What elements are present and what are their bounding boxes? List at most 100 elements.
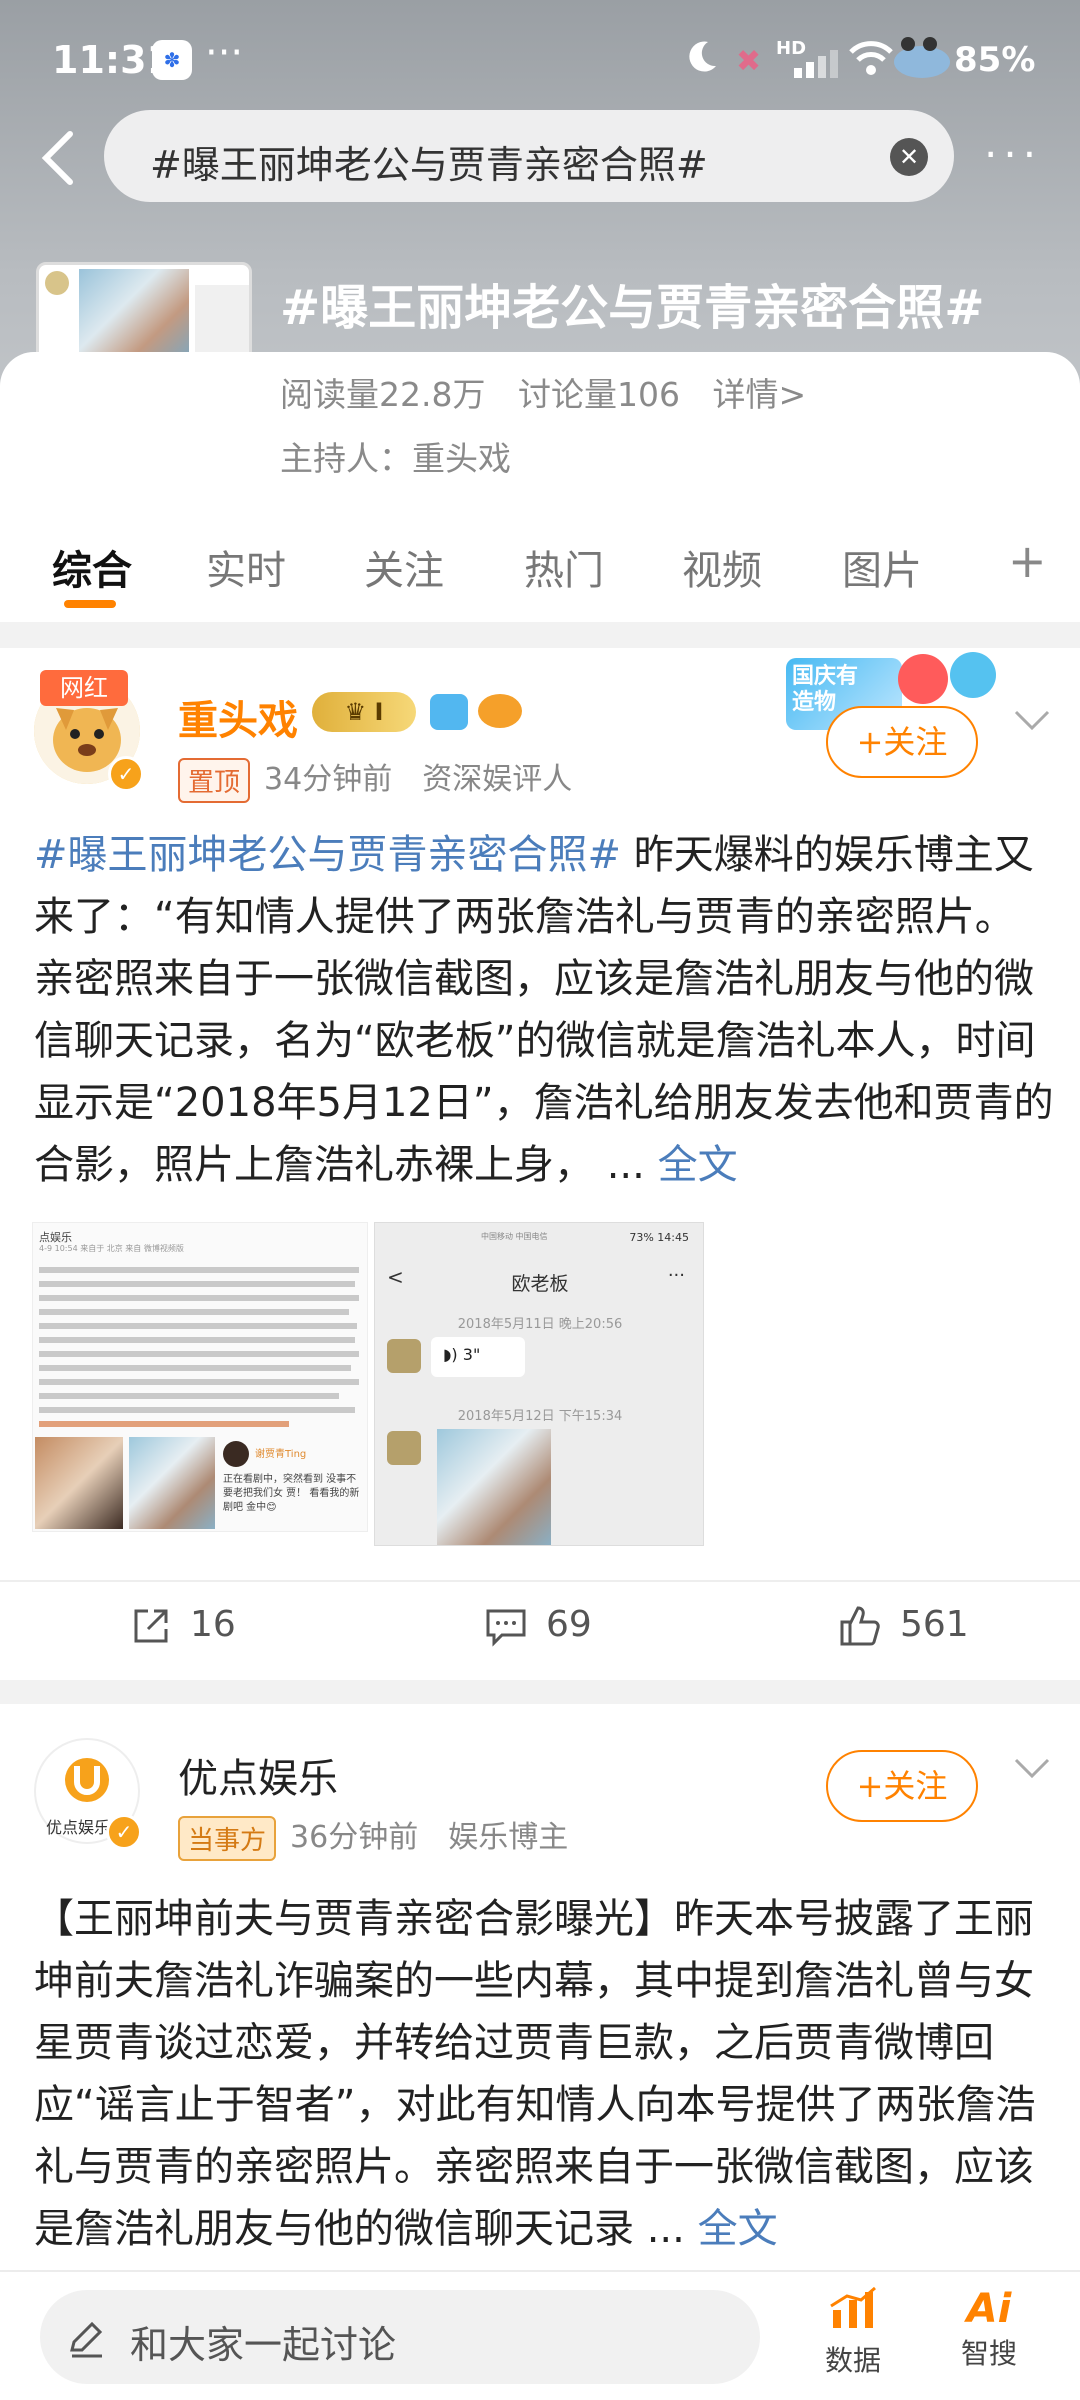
chat-status-left: 中国移动 中国电信 [481, 1232, 548, 1241]
fish-badge-icon [478, 694, 522, 728]
chat-avatar [387, 1431, 421, 1465]
post-ellipsis: ... [594, 1142, 658, 1188]
chevron-down-icon[interactable] [1012, 1748, 1052, 1788]
discussion-input[interactable]: 和大家一起讨论 [40, 2290, 760, 2384]
post-ellipsis: ... [634, 2206, 698, 2252]
ai-icon: Ai [966, 2286, 1012, 2332]
chevron-down-icon[interactable] [1012, 700, 1052, 740]
follow-button[interactable]: +关注 [826, 1750, 978, 1822]
post-meta: 当事方 36分钟前 娱乐博主 [178, 1812, 568, 1861]
battery-mascot-icon [894, 37, 950, 78]
signal-bars-icon [794, 50, 838, 78]
article-line [39, 1295, 359, 1301]
wifi-icon [849, 41, 893, 75]
clear-search-icon[interactable]: ✕ [890, 138, 928, 176]
post-username[interactable]: 重头戏 [178, 688, 298, 746]
tab-realtime[interactable]: 实时 [206, 538, 286, 596]
comment-icon [486, 1609, 526, 1647]
status-bar: 11:31 ✽ ··· ✖ HD 85% [0, 0, 1080, 120]
like-button[interactable]: 561 [838, 1604, 969, 1648]
post-username[interactable]: 优点娱乐 [178, 1746, 338, 1804]
more-options-icon[interactable]: ··· [984, 130, 1042, 179]
bottom-bar: 和大家一起讨论 数据 Ai 智搜 [0, 2270, 1080, 2400]
detail-link[interactable]: 详情> [712, 375, 806, 414]
verified-badge-icon: ✓ [106, 1814, 142, 1850]
post-hashtag[interactable]: #曝王丽坤老公与贾青亲密合照# [34, 832, 621, 878]
post-actions: 16 69 561 [0, 1580, 1080, 1680]
post-time: 34分钟前 [264, 762, 393, 797]
status-more-dots: ··· [205, 30, 244, 76]
full-text-link[interactable]: 全文 [698, 2206, 778, 2252]
article-line [39, 1421, 289, 1427]
read-count: 阅读量22.8万 [280, 375, 486, 414]
no-signal-icon: ✖ [736, 44, 762, 79]
chat-time-2: 2018年5月12日 下午15:34 [457, 1409, 623, 1424]
ai-label: 智搜 [960, 2337, 1017, 2370]
article-photo [129, 1437, 215, 1529]
app-screen: { "status_bar": {"time": "11:31", "dots"… [0, 0, 1080, 2400]
follow-button[interactable]: +关注 [826, 706, 978, 778]
tab-hot[interactable]: 热门 [524, 538, 604, 596]
chat-avatar [387, 1339, 421, 1373]
article-line [39, 1281, 355, 1287]
search-bar[interactable]: #曝王丽坤老公与贾青亲密合照# ✕ [104, 110, 954, 202]
post-card[interactable]: 优点娱乐 ✓ 优点娱乐 当事方 36分钟前 娱乐博主 +关注 【王丽坤前夫与贾青亲… [0, 1704, 1080, 2270]
article-photo [35, 1437, 123, 1529]
pencil-icon [70, 2321, 103, 2358]
article-line [39, 1323, 357, 1329]
post-meta: 置顶 34分钟前 资深娱评人 [178, 754, 572, 803]
post-role: 资深娱评人 [422, 762, 573, 797]
pinned-tag: 置顶 [178, 758, 251, 803]
ai-search-button[interactable]: Ai 智搜 [944, 2286, 1034, 2372]
battery-level: 85% [954, 40, 1036, 80]
post-body: 昨天爆料的娱乐博主又来了：“有知情人提供了两张詹浩礼与贾青的亲密照片。亲密照来自… [34, 832, 1054, 1188]
chat-photo [437, 1429, 551, 1545]
verified-badge-icon: ✓ [108, 756, 144, 792]
thumb-photo-1 [79, 269, 189, 361]
discuss-count: 讨论量106 [517, 375, 680, 414]
share-count: 16 [190, 1604, 236, 1645]
post-time: 36分钟前 [290, 1820, 419, 1855]
tab-video[interactable]: 视频 [682, 538, 762, 596]
tab-following[interactable]: 关注 [364, 538, 444, 596]
influencer-badge: 网红 [40, 670, 128, 706]
article-line [39, 1393, 339, 1399]
moon-icon [689, 41, 716, 72]
full-text-link[interactable]: 全文 [658, 1142, 738, 1188]
tab-comprehensive[interactable]: 综合 [52, 538, 132, 596]
chat-title: 欧老板 [511, 1273, 569, 1295]
share-button[interactable]: 16 [130, 1604, 236, 1647]
post-card[interactable]: 网红 ✓ 重头戏 ♛ Ⅰ 置顶 34分钟前 资深娱评人 国庆有 造物 +关注 #曝… [0, 648, 1080, 1680]
post-text[interactable]: #曝王丽坤老公与贾青亲密合照# 昨天爆料的娱乐博主又来了：“有知情人提供了两张詹… [34, 824, 1054, 1196]
article-line [39, 1365, 351, 1371]
avatar-logo-text: 优点娱乐 [46, 1818, 111, 1837]
party-tag: 当事方 [178, 1816, 277, 1861]
search-query[interactable]: #曝王丽坤老公与贾青亲密合照# [150, 134, 708, 189]
add-tab-icon[interactable]: + [1008, 534, 1047, 588]
bar-chart-icon [830, 2286, 876, 2328]
tab-images[interactable]: 图片 [842, 538, 922, 596]
chat-time-1: 2018年5月11日 晚上20:56 [457, 1317, 623, 1332]
topic-host[interactable]: 主持人：重头戏 [280, 432, 511, 480]
topic-stats: 阅读量22.8万 讨论量106 详情> [280, 368, 828, 416]
article-line [39, 1379, 359, 1385]
article-label-text: 正在看剧中，突然看到 没事不要老把我们女 贾！ 看看我的新剧吧 金中😊 [223, 1474, 360, 1513]
post-image-chat[interactable]: 中国移动 中国电信 73% 14:45 < 欧老板 ··· 2018年5月11日… [374, 1222, 704, 1546]
article-meta: 4-9 10:54 来自于 北京 来自 微博视频版 [39, 1244, 184, 1253]
back-arrow-icon[interactable] [38, 128, 78, 188]
baidu-app-icon: ✽ [152, 40, 192, 80]
voice-length: 3" [462, 1345, 481, 1364]
crown-level-icon: ♛ Ⅰ [312, 692, 416, 732]
article-line [39, 1337, 355, 1343]
thumbs-up-icon [840, 1606, 880, 1646]
tab-bar: 综合 实时 关注 热门 视频 图片 + [0, 510, 1080, 620]
article-avatar [223, 1441, 249, 1467]
post-text[interactable]: 【王丽坤前夫与贾青亲密合影曝光】昨天本号披露了王丽坤前夫詹浩礼诈骗案的一些内幕，… [34, 1888, 1054, 2260]
data-button[interactable]: 数据 [808, 2286, 898, 2379]
promo-mascot-icon [950, 652, 996, 698]
comment-button[interactable]: 69 [484, 1604, 592, 1647]
article-line [39, 1351, 359, 1357]
share-icon [134, 1609, 168, 1643]
data-label: 数据 [824, 2344, 881, 2377]
post-image-article[interactable]: 点娱乐 4-9 10:54 来自于 北京 来自 微博视频版 谢贾青Ting 正在… [32, 1222, 368, 1532]
